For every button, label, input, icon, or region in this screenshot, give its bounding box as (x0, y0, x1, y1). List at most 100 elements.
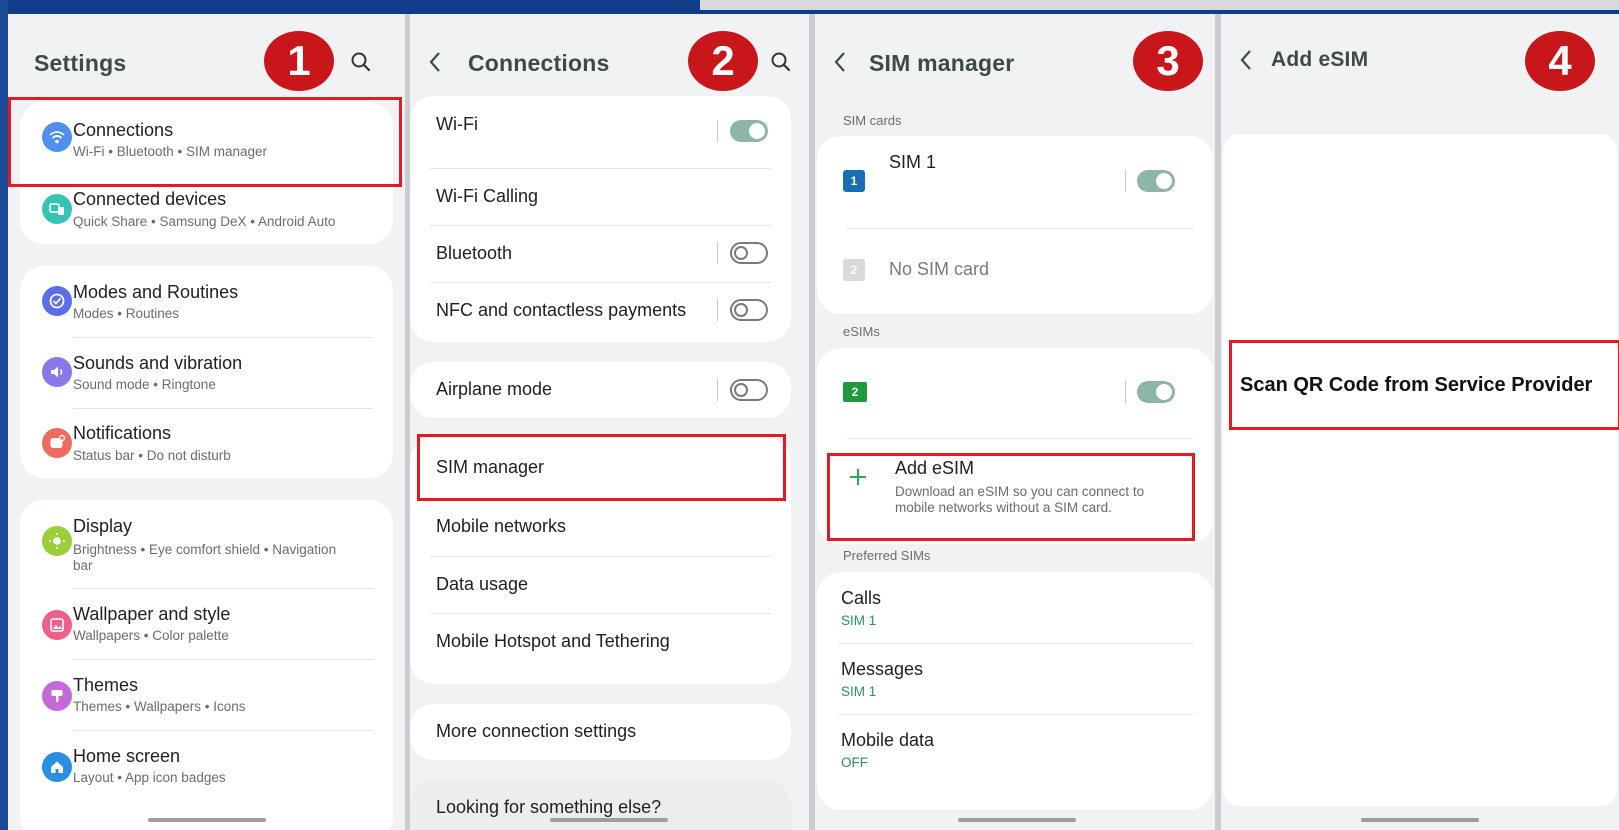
esim-row[interactable]: 2 (817, 348, 1213, 438)
wifi-toggle[interactable] (730, 120, 768, 142)
scrollbar[interactable] (958, 818, 1076, 822)
sim1-row[interactable]: 1 SIM 1 (817, 136, 1213, 228)
connections-item-looking[interactable]: Looking for something else? (410, 780, 791, 830)
preferred-sims-card: Calls SIM 1 Messages SIM 1 Mobile data O… (817, 572, 1213, 810)
page-title: SIM manager (869, 50, 1015, 76)
sim-manager-panel: SIM manager 3 SIM cards 1 SIM 1 2 No SIM… (815, 14, 1215, 830)
connections-card-more: More connection settings (410, 704, 791, 760)
settings-panel: Settings 1 Connections Wi-Fi • Bluetooth… (8, 14, 405, 830)
connections-item-label: Looking for something else? (436, 797, 662, 817)
bluetooth-toggle[interactable] (730, 242, 768, 264)
separator (717, 299, 718, 321)
settings-item-themes[interactable]: Themes Themes • Wallpapers • Icons (20, 659, 393, 730)
step-badge-4: 4 (1525, 31, 1595, 91)
settings-item-label: Connected devices (73, 189, 227, 209)
section-label-esims: eSIMs (843, 324, 880, 339)
separator (717, 120, 718, 142)
home-icon (42, 752, 72, 782)
connections-card-radios: Wi-Fi Wi-Fi Calling Bluetooth NFC and co… (410, 96, 791, 342)
preferred-mobile-data-row[interactable]: Mobile data OFF (817, 714, 1213, 785)
settings-card-sound: Modes and Routines Modes • Routines Soun… (20, 266, 393, 478)
page-title: Settings (34, 50, 127, 76)
connections-item-label: Mobile Hotspot and Tethering (436, 631, 670, 651)
page-title: Add eSIM (1271, 48, 1369, 71)
settings-item-sub: Wallpapers • Color palette (73, 628, 229, 643)
settings-item-label: Wallpaper and style (73, 604, 231, 624)
connections-card-looking: Looking for something else? (410, 780, 791, 830)
connections-item-label: Wi-Fi Calling (436, 186, 539, 206)
settings-item-home-screen[interactable]: Home screen Layout • App icon badges (20, 730, 393, 801)
sim2-icon: 2 (843, 259, 865, 281)
connections-panel: Connections 2 Wi-Fi Wi-Fi Calling Blueto… (410, 14, 809, 830)
scrollbar[interactable] (1361, 818, 1479, 822)
connections-item-wifi[interactable]: Wi-Fi (410, 96, 791, 168)
connections-item-hotspot[interactable]: Mobile Hotspot and Tethering (410, 613, 791, 671)
connections-item-wifi-calling[interactable]: Wi-Fi Calling (410, 168, 791, 225)
sim1-icon: 1 (843, 170, 865, 192)
divider (847, 438, 1193, 439)
settings-item-label: Display (73, 516, 133, 536)
settings-item-sounds[interactable]: Sounds and vibration Sound mode • Ringto… (20, 337, 393, 408)
connections-item-label: NFC and contactless payments (436, 300, 687, 320)
sim2-row[interactable]: 2 No SIM card (817, 228, 1213, 314)
airplane-mode-toggle[interactable] (730, 379, 768, 401)
back-icon[interactable] (833, 50, 853, 74)
sim1-toggle[interactable] (1137, 170, 1175, 192)
nfc-toggle[interactable] (730, 299, 768, 321)
top-banner-grey (700, 0, 1619, 10)
preferred-calls-row[interactable]: Calls SIM 1 (817, 572, 1213, 643)
separator (717, 242, 718, 264)
connections-item-airplane-mode[interactable]: Airplane mode (410, 362, 791, 418)
step-badge-2: 2 (688, 31, 758, 91)
settings-item-wallpaper[interactable]: Wallpaper and style Wallpapers • Color p… (20, 588, 393, 659)
connections-item-more-settings[interactable]: More connection settings (410, 704, 791, 760)
search-icon[interactable] (770, 51, 794, 75)
scrollbar[interactable] (148, 818, 266, 822)
settings-item-sub-cont: bar (73, 558, 93, 573)
wallpaper-icon (42, 610, 72, 640)
connections-item-nfc[interactable]: NFC and contactless payments (410, 282, 791, 340)
settings-item-sub: Modes • Routines (73, 306, 180, 321)
section-label-sim-cards: SIM cards (843, 113, 902, 128)
preferred-label: Calls (841, 588, 882, 608)
sim2-label: No SIM card (889, 259, 990, 279)
connected-devices-icon (42, 194, 72, 224)
back-icon[interactable] (428, 50, 448, 74)
settings-item-sub: Brightness • Eye comfort shield • Naviga… (73, 542, 337, 557)
connections-item-label: More connection settings (436, 721, 637, 741)
settings-item-sub: Status bar • Do not disturb (73, 448, 231, 463)
notification-icon (42, 428, 72, 458)
sim-cards-card: 1 SIM 1 2 No SIM card (817, 136, 1213, 314)
separator (717, 379, 718, 401)
settings-item-notifications[interactable]: Notifications Status bar • Do not distur… (20, 408, 393, 478)
esim-icon: 2 (843, 382, 867, 402)
connections-item-label: Mobile networks (436, 516, 567, 536)
section-label-preferred: Preferred SIMs (843, 548, 931, 563)
qr-scanner-card[interactable] (1223, 134, 1617, 806)
highlight-connections (8, 97, 402, 187)
settings-item-label: Themes (73, 675, 139, 695)
back-icon[interactable] (1239, 48, 1259, 72)
modes-routines-icon (42, 286, 72, 316)
page-title: Connections (468, 50, 610, 76)
search-icon[interactable] (350, 51, 374, 75)
settings-item-modes-routines[interactable]: Modes and Routines Modes • Routines (20, 266, 393, 337)
preferred-value: SIM 1 (841, 613, 877, 628)
scrollbar[interactable] (550, 818, 668, 822)
connections-item-label: Data usage (436, 574, 529, 594)
sun-icon (42, 526, 72, 556)
settings-item-label: Home screen (73, 746, 181, 766)
add-esim-panel: Add eSIM 4 Scan QR Code from Service Pro… (1221, 14, 1619, 830)
connections-item-mobile-networks[interactable]: Mobile networks (410, 498, 791, 556)
settings-item-display[interactable]: Display Brightness • Eye comfort shield … (20, 500, 393, 588)
esim-toggle[interactable] (1137, 381, 1175, 403)
settings-card-display: Display Brightness • Eye comfort shield … (20, 500, 393, 830)
speaker-icon (42, 357, 72, 387)
preferred-value: SIM 1 (841, 684, 877, 699)
connections-item-bluetooth[interactable]: Bluetooth (410, 225, 791, 282)
preferred-label: Messages (841, 659, 924, 679)
settings-header: Settings (8, 42, 405, 82)
qr-instruction-box: Scan QR Code from Service Provider (1229, 340, 1619, 430)
preferred-messages-row[interactable]: Messages SIM 1 (817, 643, 1213, 714)
connections-item-data-usage[interactable]: Data usage (410, 556, 791, 613)
